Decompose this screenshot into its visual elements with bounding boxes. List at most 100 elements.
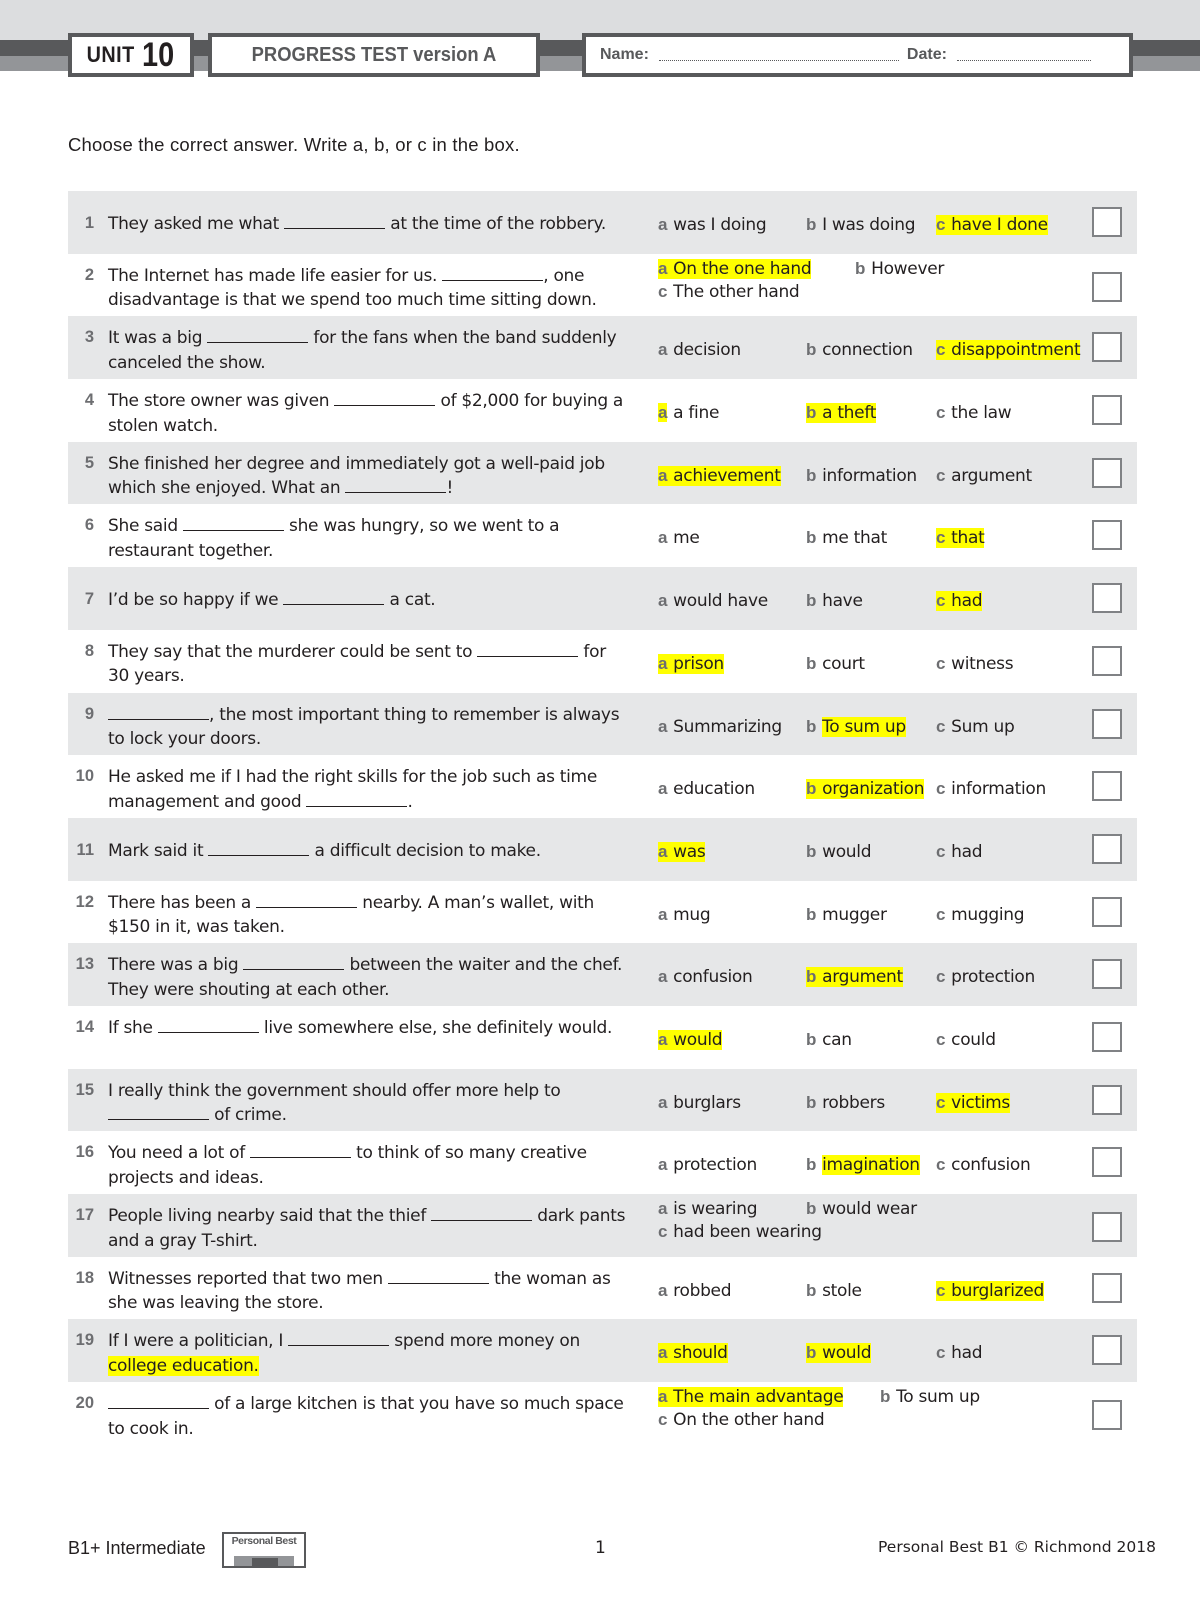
answer-box[interactable]: [1092, 1021, 1122, 1052]
option-letter: a: [658, 258, 668, 278]
option-b: b I was doing: [806, 215, 916, 235]
option-text: could: [951, 1029, 996, 1050]
answer-box[interactable]: [1092, 332, 1122, 363]
question-number: 20: [75, 1394, 94, 1413]
answer-box[interactable]: [1092, 833, 1122, 864]
question-text: I’d be so happy if we a cat.: [108, 588, 628, 613]
option-letter: b: [806, 716, 817, 736]
option-letter: b: [806, 215, 817, 234]
answer-blank: [284, 214, 386, 229]
answer-box[interactable]: [1092, 271, 1122, 302]
answer-box[interactable]: [1092, 959, 1122, 990]
question-number: 3: [84, 328, 94, 347]
question-text: They asked me what at the time of the ro…: [108, 212, 628, 237]
option-text: me that: [822, 528, 887, 549]
option-text: that: [951, 528, 985, 549]
option-letter: c: [936, 340, 946, 360]
option-text: The main advantage: [673, 1387, 844, 1408]
option-letter: a: [658, 528, 668, 548]
answer-blank: [283, 590, 385, 606]
answer-box[interactable]: [1092, 1400, 1122, 1431]
answer-box[interactable]: [1092, 395, 1122, 426]
option-a: aa fine: [658, 403, 719, 423]
test-title: PROGRESS TEST version A: [251, 43, 497, 66]
question-row: 20 of a large kitchen is that you have s…: [68, 1382, 1137, 1445]
option-c: c had: [936, 841, 983, 862]
option-letter: c: [936, 841, 946, 861]
question-row: 2 The Internet has made life easier for u…: [68, 254, 1137, 317]
question-text: The store owner was given of $2,000 for …: [108, 389, 628, 438]
option-b: b To sum up: [806, 716, 906, 737]
option-text: had: [951, 841, 983, 862]
question-number: 19: [75, 1331, 94, 1350]
question-number: 8: [84, 641, 94, 660]
question-row: 6 She said she was hungry, so we went to …: [68, 504, 1137, 567]
question-text-part: They asked me what: [108, 214, 285, 234]
answer-box[interactable]: [1092, 896, 1122, 927]
question-row: 19 If I were a politician, I spend more m…: [68, 1319, 1137, 1383]
question-row: 4 The store owner was given of $2,000 for…: [68, 379, 1137, 442]
option-letter: b: [855, 258, 866, 278]
question-text: , the most important thing to remember i…: [108, 703, 628, 752]
question-row: 11 Mark said it a difficult decision to m…: [68, 817, 1137, 881]
question-number: 15: [75, 1080, 94, 1099]
option-text: court: [822, 653, 865, 674]
answer-box[interactable]: [1092, 771, 1122, 802]
option-text: the law: [951, 403, 1012, 424]
option-text: protection: [673, 1155, 757, 1176]
question-text: There has been a nearby. A man’s wallet,…: [108, 891, 628, 940]
answer-box[interactable]: [1092, 1147, 1122, 1178]
option-text: achievement: [673, 465, 781, 486]
option-c: c mugging: [936, 905, 1025, 925]
question-text-part: Mark said it: [108, 840, 209, 861]
option-letter: b: [806, 841, 817, 861]
option-b: b me that: [806, 528, 887, 548]
option-text: confusion: [951, 1155, 1031, 1176]
option-letter: b: [806, 465, 817, 485]
option-letter: b: [880, 1387, 891, 1407]
name-date-box: Name: Date:: [582, 33, 1133, 77]
option-text: had: [951, 591, 983, 612]
option-a: a Summarizing: [658, 717, 782, 737]
question-number: 11: [76, 840, 94, 859]
option-letter: b: [806, 528, 817, 548]
answer-box[interactable]: [1092, 708, 1122, 739]
option-c: c the law: [936, 403, 1012, 424]
question-text-part: !: [446, 478, 453, 499]
question-text-part: There has been a: [108, 892, 257, 913]
question-text: Witnesses reported that two men the woma…: [108, 1267, 628, 1316]
answer-blank: [442, 266, 544, 281]
answer-box[interactable]: [1092, 1084, 1122, 1115]
question-text-part: of crime.: [209, 1105, 287, 1126]
answer-box[interactable]: [1092, 583, 1122, 614]
option-a: a The main advantage: [658, 1387, 844, 1408]
answer-box[interactable]: [1092, 1272, 1122, 1303]
question-text-part: You need a lot of: [108, 1143, 250, 1164]
option-text: robbers: [822, 1092, 885, 1113]
question-row: 3 It was a big for the fans when the band…: [68, 316, 1137, 380]
option-text: was I doing: [673, 215, 767, 235]
question-text-part: Witnesses reported that two men: [108, 1268, 388, 1289]
question-number: 17: [75, 1206, 94, 1224]
answer-box[interactable]: [1092, 207, 1122, 237]
answer-box[interactable]: [1092, 1212, 1122, 1242]
option-b: b To sum up: [880, 1387, 980, 1407]
question-row: 8 They say that the murderer could be sen…: [68, 630, 1137, 693]
answer-box[interactable]: [1092, 457, 1122, 488]
option-a: a should: [658, 1343, 728, 1364]
option-letter: b: [806, 340, 817, 360]
option-c: c argument: [936, 466, 1032, 486]
date-field[interactable]: [956, 50, 1091, 61]
option-text: organization: [822, 779, 925, 800]
answer-box[interactable]: [1092, 520, 1122, 551]
option-letter: b: [806, 904, 817, 924]
question-number: 10: [75, 767, 94, 786]
answer-blank: [108, 1105, 209, 1121]
name-field[interactable]: [658, 50, 899, 61]
answer-box[interactable]: [1092, 645, 1122, 676]
option-text: had been wearing: [673, 1222, 822, 1242]
answer-box[interactable]: [1092, 1335, 1122, 1366]
option-letter: b: [806, 779, 817, 799]
option-text: have I done: [951, 215, 1048, 235]
option-a: a would have: [658, 591, 768, 611]
